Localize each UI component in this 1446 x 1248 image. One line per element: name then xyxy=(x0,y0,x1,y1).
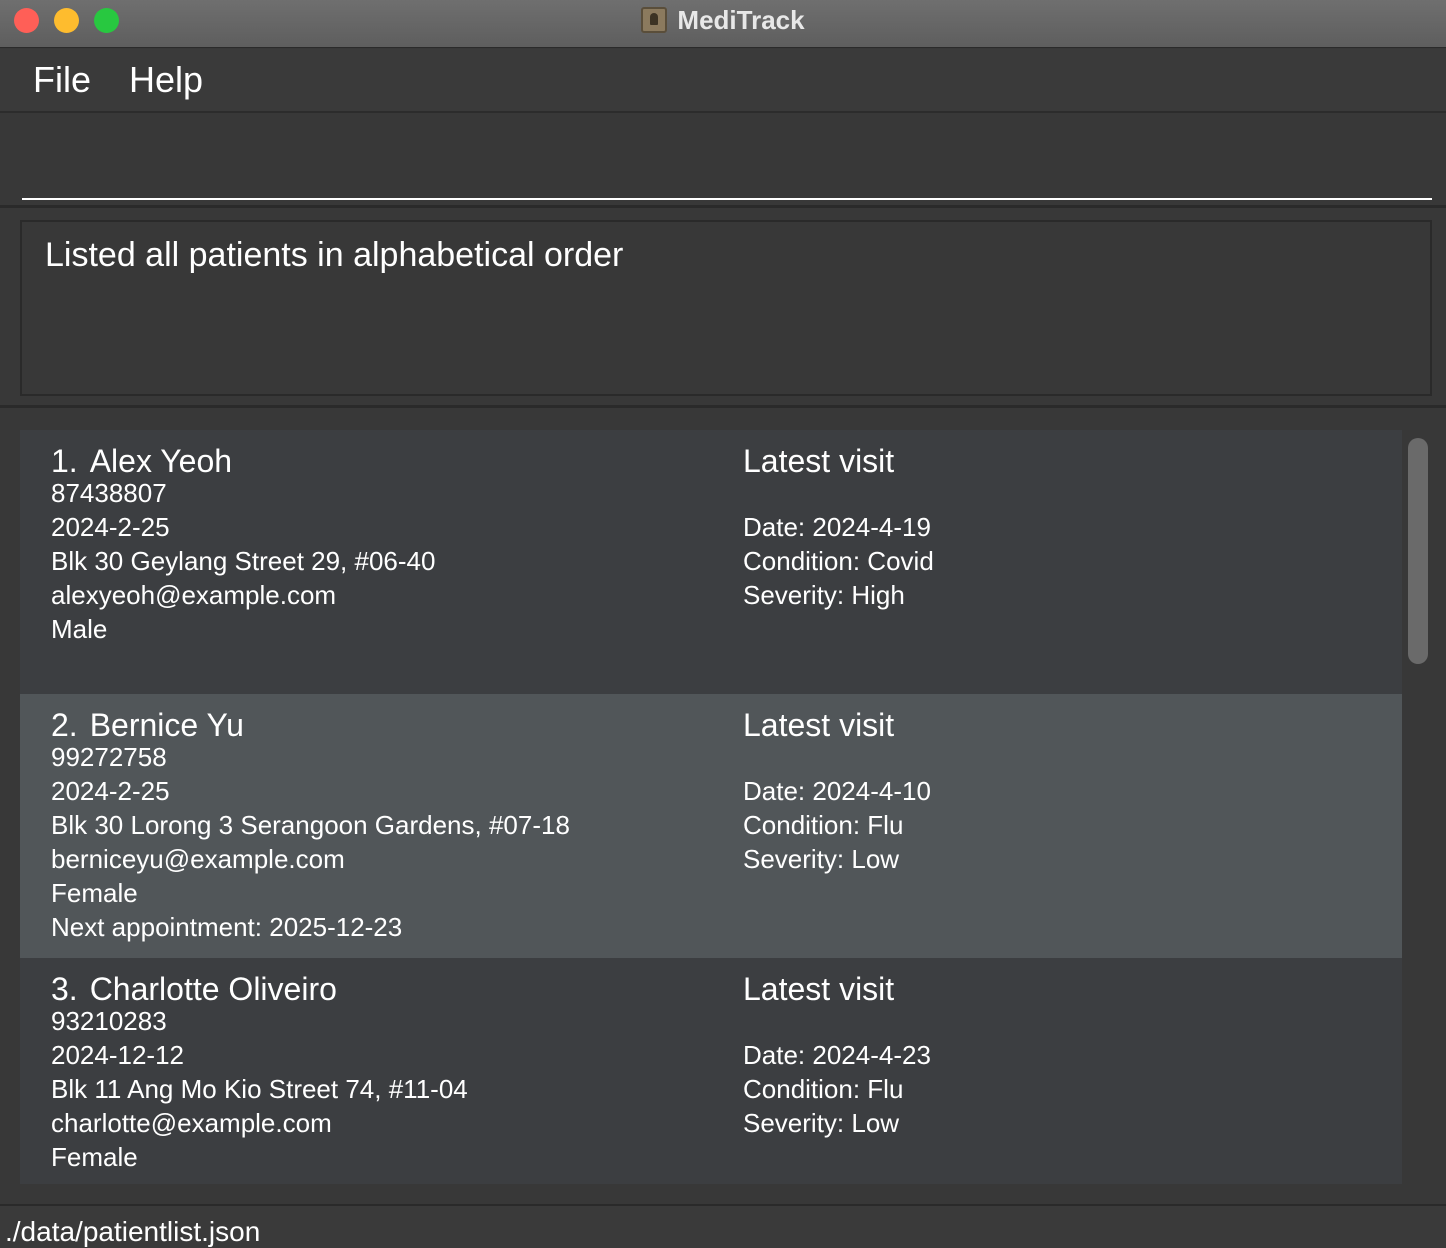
visit-condition: Condition: Flu xyxy=(743,1074,904,1104)
patient-name: Bernice Yu xyxy=(89,707,244,743)
visit-date: Date: 2024-4-19 xyxy=(743,512,931,542)
menu-file[interactable]: File xyxy=(33,59,91,101)
patient-email: alexyeoh@example.com xyxy=(51,580,337,610)
patient-index: 3. xyxy=(51,971,78,1007)
result-display: Listed all patients in alphabetical orde… xyxy=(20,220,1432,396)
patient-date: 2024-2-25 xyxy=(51,776,170,806)
patient-details: 2. Bernice Yu 99272758 2024-2-25 Blk 30 L… xyxy=(51,706,570,944)
patient-card[interactable]: 3. Charlotte Oliveiro 93210283 2024-12-12… xyxy=(20,958,1402,1184)
latest-visit-panel: Latest visit Date: 2024-4-19 Condition: … xyxy=(743,442,934,612)
list-scrollbar[interactable] xyxy=(1408,438,1428,664)
patient-address: Blk 30 Lorong 3 Serangoon Gardens, #07-1… xyxy=(51,810,570,840)
patient-gender: Female xyxy=(51,878,138,908)
patient-details: 1. Alex Yeoh 87438807 2024-2-25 Blk 30 Ge… xyxy=(51,442,435,646)
app-icon xyxy=(641,7,668,33)
command-input[interactable] xyxy=(22,125,1432,200)
patient-list[interactable]: 1. Alex Yeoh 87438807 2024-2-25 Blk 30 Ge… xyxy=(20,430,1402,1184)
visit-date: Date: 2024-4-23 xyxy=(743,1040,931,1070)
latest-visit-panel: Latest visit Date: 2024-4-23 Condition: … xyxy=(743,970,931,1140)
patient-index: 1. xyxy=(51,443,78,479)
patient-date: 2024-2-25 xyxy=(51,512,170,542)
window-title: MediTrack xyxy=(677,4,805,35)
patient-name: Charlotte Oliveiro xyxy=(89,971,337,1007)
menu-bar: File Help xyxy=(0,49,1446,113)
patient-address: Blk 30 Geylang Street 29, #06-40 xyxy=(51,546,436,576)
patient-gender: Female xyxy=(51,1142,138,1172)
window-title-group: MediTrack xyxy=(0,0,1446,40)
patient-address: Blk 11 Ang Mo Kio Street 74, #11-04 xyxy=(51,1074,468,1104)
patient-name-line: 3. Charlotte Oliveiro xyxy=(51,970,468,1008)
title-bar: MediTrack xyxy=(0,0,1446,48)
result-message: Listed all patients in alphabetical orde… xyxy=(45,236,624,274)
visit-severity: Severity: High xyxy=(743,580,905,610)
patient-email: berniceyu@example.com xyxy=(51,844,345,874)
result-display-area: Listed all patients in alphabetical orde… xyxy=(0,210,1446,408)
visit-severity: Severity: Low xyxy=(743,844,900,874)
visit-condition: Condition: Flu xyxy=(743,810,904,840)
patient-phone: 99272758 xyxy=(51,742,167,772)
patient-date: 2024-12-12 xyxy=(51,1040,184,1070)
patient-card[interactable]: 1. Alex Yeoh 87438807 2024-2-25 Blk 30 Ge… xyxy=(20,430,1402,694)
latest-visit-panel: Latest visit Date: 2024-4-10 Condition: … xyxy=(743,706,931,876)
patient-email: charlotte@example.com xyxy=(51,1108,332,1138)
command-box xyxy=(0,115,1446,208)
patient-card-selected[interactable]: 2. Bernice Yu 99272758 2024-2-25 Blk 30 L… xyxy=(20,694,1402,958)
patient-name: Alex Yeoh xyxy=(89,443,233,479)
latest-visit-title: Latest visit xyxy=(743,443,895,479)
visit-condition: Condition: Covid xyxy=(743,546,934,576)
patient-gender: Male xyxy=(51,614,108,644)
patient-list-area: 1. Alex Yeoh 87438807 2024-2-25 Blk 30 Ge… xyxy=(0,411,1446,1204)
visit-date: Date: 2024-4-10 xyxy=(743,776,931,806)
save-file-path: ./data/patientlist.json xyxy=(5,1216,261,1247)
patient-index: 2. xyxy=(51,707,78,743)
patient-name-line: 2. Bernice Yu xyxy=(51,706,570,744)
patient-details: 3. Charlotte Oliveiro 93210283 2024-12-12… xyxy=(51,970,468,1174)
patient-next-appointment: Next appointment: 2025-12-23 xyxy=(51,912,403,942)
latest-visit-title: Latest visit xyxy=(743,707,895,743)
patient-phone: 93210283 xyxy=(51,1006,167,1036)
visit-severity: Severity: Low xyxy=(743,1108,900,1138)
latest-visit-title: Latest visit xyxy=(743,971,895,1007)
patient-name-line: 1. Alex Yeoh xyxy=(51,442,435,480)
menu-help[interactable]: Help xyxy=(129,59,203,101)
status-bar: ./data/patientlist.json xyxy=(0,1204,1446,1248)
patient-phone: 87438807 xyxy=(51,478,167,508)
